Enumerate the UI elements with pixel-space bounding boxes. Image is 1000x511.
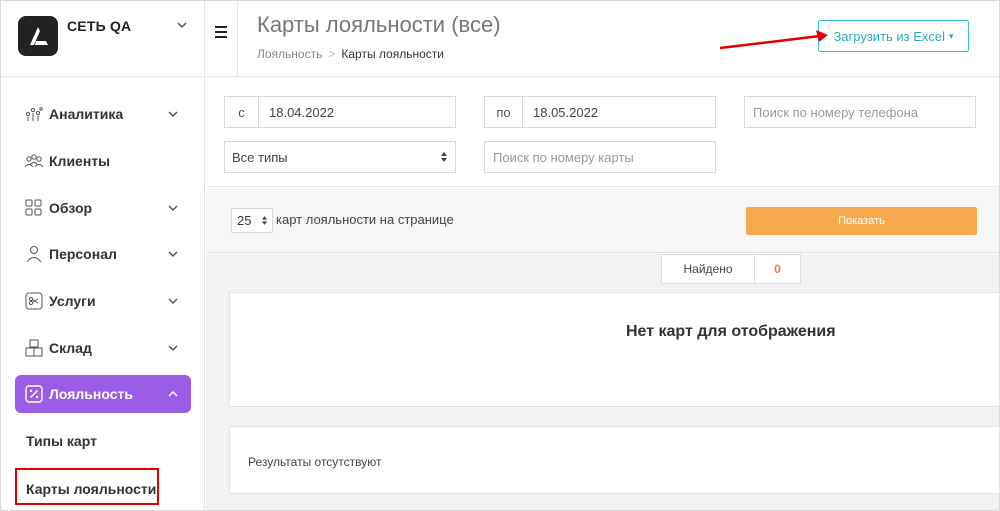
sidebar-item-services[interactable]: Услуги [15, 282, 191, 320]
sidebar-item-label: Клиенты [49, 153, 111, 169]
phone-search-placeholder: Поиск по номеру телефона [753, 104, 919, 120]
breadcrumb-separator: > [328, 47, 336, 61]
brand-logo-icon [18, 16, 58, 56]
chevron-down-icon [168, 251, 178, 258]
per-page-select[interactable]: 25 [231, 208, 273, 233]
empty-state-card: Нет карт для отображения [229, 292, 1000, 407]
brand-block[interactable]: СЕТЬ QA [1, 1, 205, 77]
loyalty-icon [23, 383, 45, 405]
no-results-message: Результаты отсутствуют [248, 455, 382, 469]
sidebar-subitem-card-types[interactable]: Типы карт [26, 433, 97, 449]
chevron-down-icon [168, 111, 178, 118]
warehouse-icon [23, 337, 45, 359]
filters-panel: с 18.04.2022 по 18.05.2022 Поиск по номе… [206, 77, 999, 187]
per-page-label: карт лояльности на странице [276, 212, 454, 227]
date-to-value[interactable]: 18.05.2022 [523, 105, 598, 120]
sidebar-item-label: Аналитика [49, 106, 124, 122]
found-counter: Найдено 0 [661, 254, 801, 284]
sidebar-item-label: Услуги [49, 293, 96, 309]
annotation-highlight-box [15, 468, 159, 505]
sidebar: СЕТЬ QA Аналитика Клиенты Обзор Персонал [1, 1, 205, 510]
sidebar-item-label: Лояльность [49, 386, 133, 402]
chevron-down-icon[interactable] [176, 19, 188, 31]
chevron-up-icon [168, 390, 178, 397]
breadcrumb: Лояльность > Карты лояльности [257, 47, 444, 61]
page-header: Карты лояльности (все) Лояльность > Карты … [206, 1, 999, 77]
empty-state-message: Нет карт для отображения [626, 323, 836, 340]
found-count: 0 [774, 262, 781, 276]
select-arrows-icon [261, 216, 268, 225]
sidebar-item-staff[interactable]: Персонал [15, 235, 191, 273]
sidebar-item-analytics[interactable]: Аналитика [15, 95, 191, 133]
sidebar-item-label: Обзор [49, 200, 93, 216]
results-area: Найдено 0 Нет карт для отображения Резул… [206, 254, 1000, 510]
results-summary-card: Результаты отсутствуют [229, 426, 1000, 494]
clients-icon [23, 150, 45, 172]
select-arrows-icon [441, 152, 447, 162]
sidebar-item-warehouse[interactable]: Склад [15, 329, 191, 367]
sidebar-item-label: Склад [49, 340, 92, 356]
overview-icon [23, 197, 45, 219]
staff-icon [23, 243, 45, 265]
page-title: Карты лояльности (все) [257, 12, 501, 37]
upload-excel-label: Загрузить из Excel [833, 28, 946, 44]
caret-down-icon: ▾ [949, 30, 954, 41]
date-from-field[interactable]: с 18.04.2022 [224, 96, 456, 128]
header-divider [237, 1, 238, 76]
phone-search-input[interactable]: Поиск по номеру телефона [744, 96, 976, 128]
pager-row: 25 карт лояльности на странице Показать [206, 188, 999, 253]
card-type-select[interactable]: Все типы [224, 141, 456, 173]
breadcrumb-current: Карты лояльности [341, 47, 444, 61]
sidebar-item-overview[interactable]: Обзор [15, 189, 191, 227]
breadcrumb-parent-link[interactable]: Лояльность [257, 47, 322, 61]
scissors-icon [23, 290, 45, 312]
date-from-prefix: с [225, 97, 259, 127]
date-to-field[interactable]: по 18.05.2022 [484, 96, 716, 128]
upload-excel-button[interactable]: Загрузить из Excel ▾ [818, 20, 969, 52]
sidebar-item-label: Персонал [49, 246, 117, 262]
found-label: Найдено [662, 255, 755, 283]
sidebar-item-clients[interactable]: Клиенты [15, 142, 191, 180]
card-number-search-input[interactable]: Поиск по номеру карты [484, 141, 716, 173]
card-search-placeholder: Поиск по номеру карты [493, 149, 634, 165]
date-to-prefix: по [485, 97, 523, 127]
hamburger-icon[interactable] [215, 26, 227, 41]
sidebar-item-loyalty[interactable]: Лояльность [15, 375, 191, 413]
per-page-value: 25 [237, 213, 252, 228]
brand-name: СЕТЬ QA [67, 18, 132, 34]
chevron-down-icon [168, 298, 178, 305]
card-type-value: Все типы [232, 149, 288, 165]
analytics-icon [23, 103, 45, 125]
date-from-value[interactable]: 18.04.2022 [259, 105, 334, 120]
annotation-arrow-icon [719, 30, 828, 50]
show-button[interactable]: Показать [746, 207, 977, 235]
chevron-down-icon [168, 345, 178, 352]
chevron-down-icon [168, 205, 178, 212]
